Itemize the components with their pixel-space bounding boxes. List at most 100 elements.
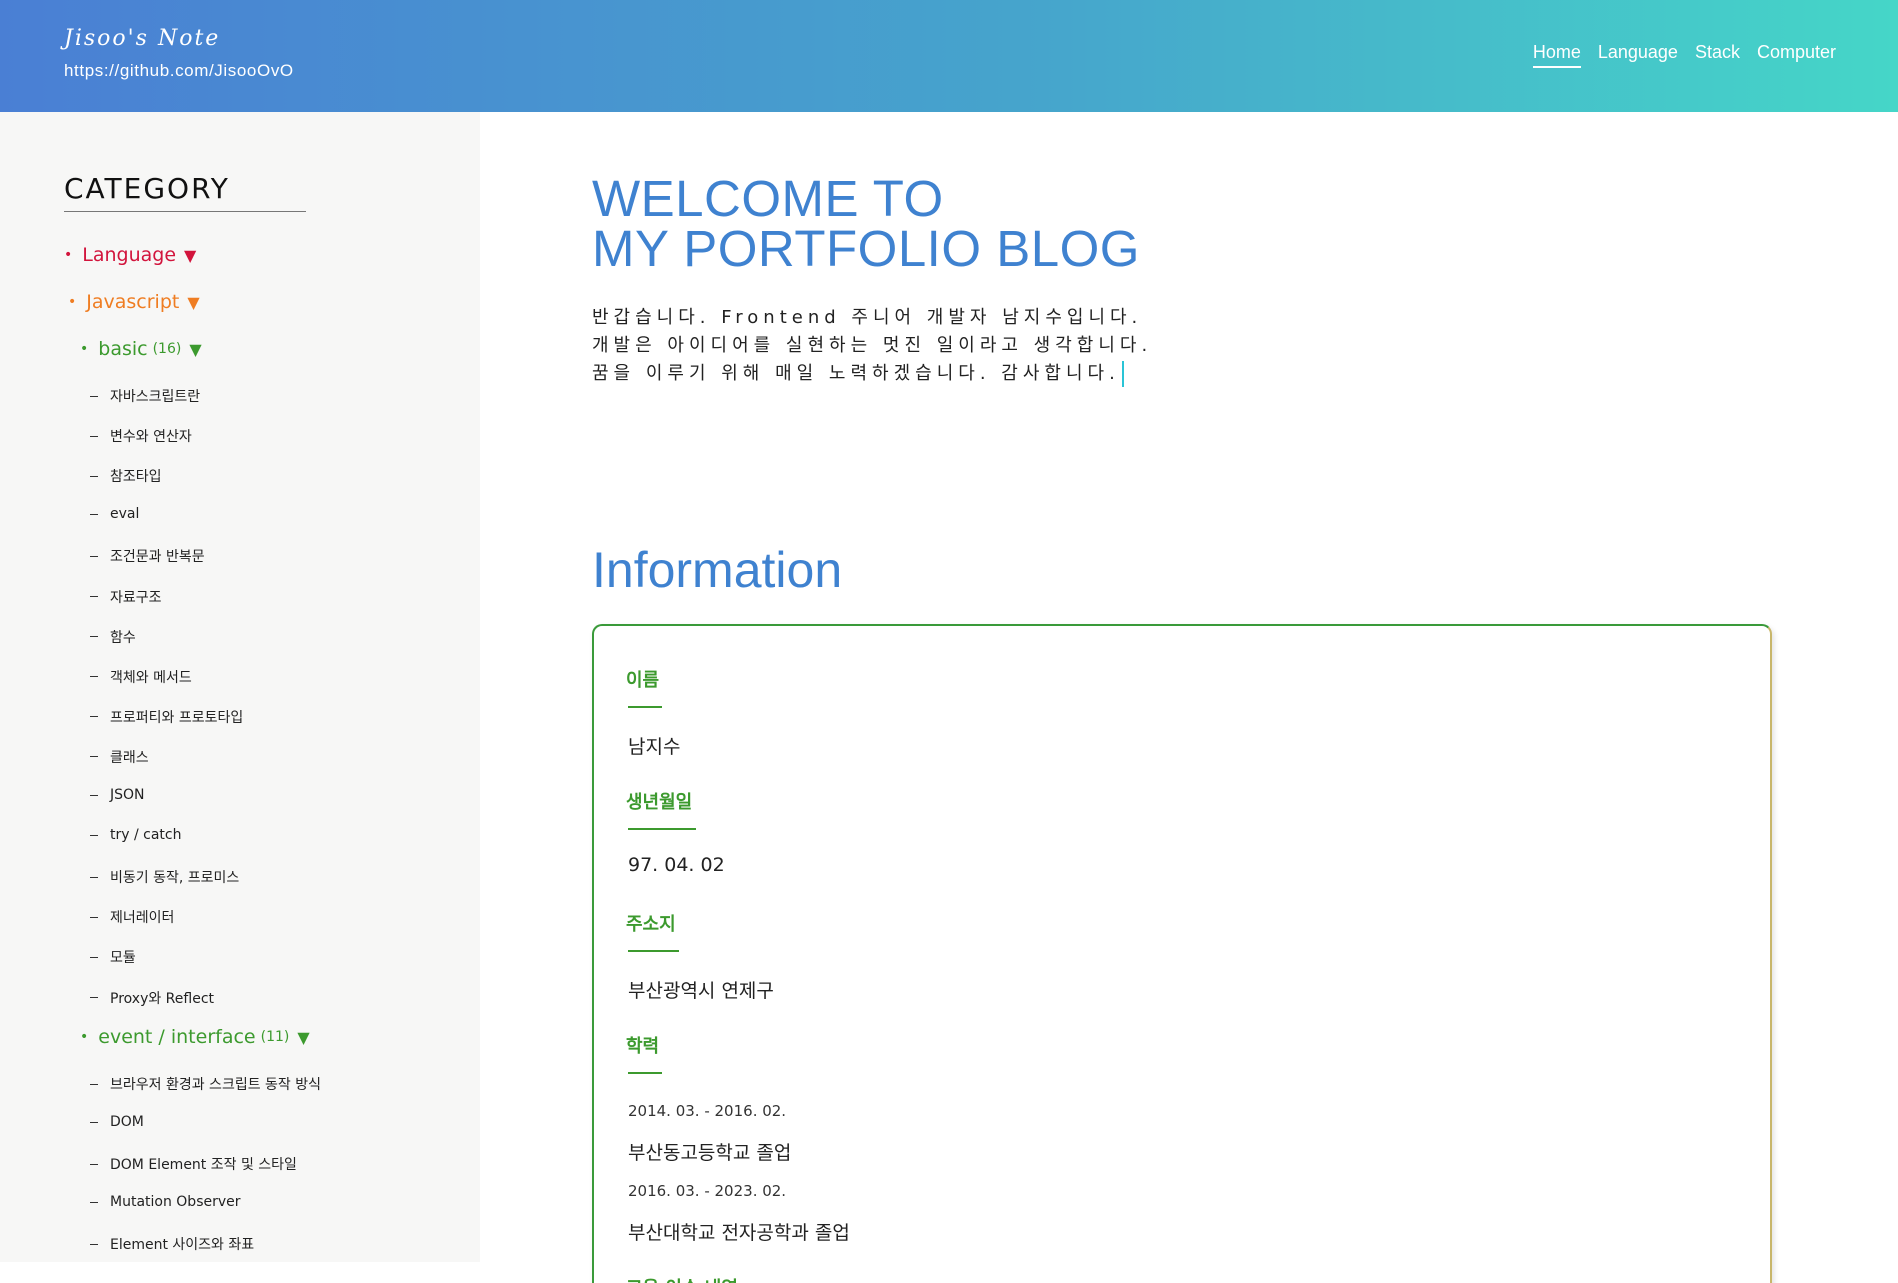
post-link[interactable]: 변수와 연산자 — [90, 426, 192, 446]
category-label: Javascript — [86, 291, 180, 313]
bullet-icon: • — [80, 1029, 89, 1045]
intro-line-3-text: 꿈을 이루기 위해 매일 노력하겠습니다. 감사합니다. — [592, 363, 1120, 384]
category-language[interactable]: • Language ▼ — [64, 244, 196, 266]
post-link-label: Element 사이즈와 좌표 — [110, 1237, 255, 1254]
address-value: 부산광역시 연제구 — [628, 980, 774, 1002]
intro-text: 반갑습니다. Frontend 주니어 개발자 남지수입니다. 개발은 아이디어… — [592, 304, 1292, 388]
category-title: CATEGORY — [64, 172, 306, 212]
dash-icon — [90, 794, 98, 796]
post-link[interactable]: 제너레이터 — [90, 907, 174, 927]
nav-computer[interactable]: Computer — [1757, 42, 1836, 68]
dash-icon — [90, 997, 98, 998]
birth-label: 생년월일 — [626, 792, 693, 813]
dash-icon — [90, 676, 98, 678]
education-school: 부산동고등학교 졸업 — [628, 1142, 792, 1164]
category-event-interface[interactable]: • event / interface (11) ▼ — [80, 1026, 310, 1048]
dash-icon — [90, 916, 98, 918]
top-header: Jisoo's Note https://github.com/JisooOvO… — [0, 0, 1898, 112]
github-link[interactable]: https://github.com/JisooOvO — [64, 61, 294, 81]
post-link-label: try / catch — [110, 827, 182, 844]
post-link-label: 브라우저 환경과 스크립트 동작 방식 — [110, 1077, 321, 1093]
post-link-label: 함수 — [110, 629, 136, 646]
post-link-label: Proxy와 Reflect — [110, 990, 215, 1007]
category-javascript[interactable]: • Javascript ▼ — [68, 291, 200, 313]
post-link[interactable]: 모듈 — [90, 947, 136, 967]
welcome-heading: WELCOME TO MY PORTFOLIO BLOG — [592, 170, 1292, 274]
brand-title[interactable]: Jisoo's Note — [64, 26, 294, 51]
post-link[interactable]: 참조타입 — [90, 466, 162, 486]
post-link[interactable]: Proxy와 Reflect — [90, 988, 214, 1008]
training-label: 교육 이수 내역 — [626, 1274, 738, 1283]
post-link[interactable]: 자료구조 — [90, 587, 162, 607]
intro-line-2: 개발은 아이디어를 실현하는 멋진 일이라고 생각합니다. — [592, 335, 1153, 356]
dash-icon — [90, 834, 98, 836]
post-link-label: 자료구조 — [110, 589, 162, 606]
dash-icon — [90, 596, 98, 597]
post-link[interactable]: 함수 — [90, 627, 136, 647]
welcome-line-1: WELCOME TO — [592, 170, 944, 227]
post-link[interactable]: DOM Element 조작 및 스타일 — [90, 1154, 297, 1174]
triangle-down-icon[interactable]: ▼ — [184, 246, 196, 265]
divider — [628, 1072, 662, 1074]
post-link[interactable]: eval — [90, 506, 139, 522]
post-link[interactable]: 자바스크립트란 — [90, 386, 200, 406]
post-link[interactable]: 프로퍼티와 프로토타입 — [90, 707, 243, 727]
dash-icon — [90, 513, 98, 515]
dash-icon — [90, 876, 98, 878]
divider — [628, 828, 696, 830]
post-link[interactable]: try / catch — [90, 827, 181, 843]
category-label: basic — [98, 338, 148, 360]
main-nav: Home Language Stack Computer — [1532, 42, 1836, 68]
dash-icon — [90, 756, 98, 758]
post-link[interactable]: 브라우저 환경과 스크립트 동작 방식 — [90, 1074, 321, 1094]
post-link[interactable]: Element 사이즈와 좌표 — [90, 1234, 254, 1254]
post-link-label: 변수와 연산자 — [110, 429, 192, 446]
post-link-label: 클래스 — [110, 749, 149, 766]
post-link-label: 제너레이터 — [110, 910, 175, 927]
post-link-label: 프로퍼티와 프로토타입 — [110, 709, 244, 726]
bullet-icon: • — [80, 341, 89, 357]
triangle-down-icon[interactable]: ▼ — [189, 340, 201, 359]
post-link[interactable]: 조건문과 반복문 — [90, 546, 205, 566]
brand: Jisoo's Note https://github.com/JisooOvO — [64, 26, 294, 81]
nav-language[interactable]: Language — [1598, 42, 1678, 68]
post-link[interactable]: DOM — [90, 1114, 144, 1130]
dash-icon — [90, 636, 98, 638]
dash-icon — [90, 956, 98, 958]
post-link-label: 자바스크립트란 — [110, 389, 201, 405]
education-period: 2014. 03. - 2016. 02. — [628, 1102, 787, 1120]
category-label: event / interface — [98, 1026, 256, 1048]
dash-icon — [90, 1163, 98, 1165]
name-value: 남지수 — [628, 736, 681, 758]
post-link[interactable]: JSON — [90, 787, 145, 803]
education-school: 부산대학교 전자공학과 졸업 — [628, 1222, 850, 1244]
post-link-label: 객체와 메서드 — [110, 669, 192, 686]
triangle-down-icon[interactable]: ▼ — [187, 293, 199, 312]
dash-icon — [90, 435, 98, 437]
dash-icon — [90, 1201, 98, 1203]
information-heading: Information — [592, 542, 843, 598]
post-link[interactable]: 객체와 메서드 — [90, 667, 192, 687]
post-link-label: 모듈 — [110, 950, 136, 967]
post-link-label: DOM Element 조작 및 스타일 — [110, 1157, 297, 1174]
post-link[interactable]: 클래스 — [90, 747, 149, 767]
address-label: 주소지 — [626, 914, 676, 935]
post-link-label: 비동기 동작, 프로미스 — [110, 870, 240, 887]
nav-home[interactable]: Home — [1532, 42, 1581, 68]
post-link[interactable]: Mutation Observer — [90, 1194, 241, 1210]
name-label: 이름 — [626, 670, 660, 691]
nav-stack[interactable]: Stack — [1695, 42, 1740, 68]
post-link-label: JSON — [110, 787, 145, 803]
dash-icon — [90, 716, 98, 718]
bullet-icon: • — [64, 247, 73, 263]
intro-line-1: 반갑습니다. Frontend 주니어 개발자 남지수입니다. — [592, 307, 1143, 328]
typing-caret — [1121, 361, 1124, 387]
dash-icon — [90, 555, 98, 557]
category-count: (11) — [260, 1029, 290, 1045]
post-link[interactable]: 비동기 동작, 프로미스 — [90, 867, 239, 887]
category-basic[interactable]: • basic (16) ▼ — [80, 338, 202, 360]
triangle-down-icon[interactable]: ▼ — [297, 1028, 309, 1047]
dash-icon — [90, 1083, 98, 1085]
intro-line-3: 꿈을 이루기 위해 매일 노력하겠습니다. 감사합니다. — [592, 360, 1292, 388]
information-card: 이름 남지수 생년월일 97. 04. 02 주소지 부산광역시 연제구 학력 … — [592, 624, 1772, 1283]
